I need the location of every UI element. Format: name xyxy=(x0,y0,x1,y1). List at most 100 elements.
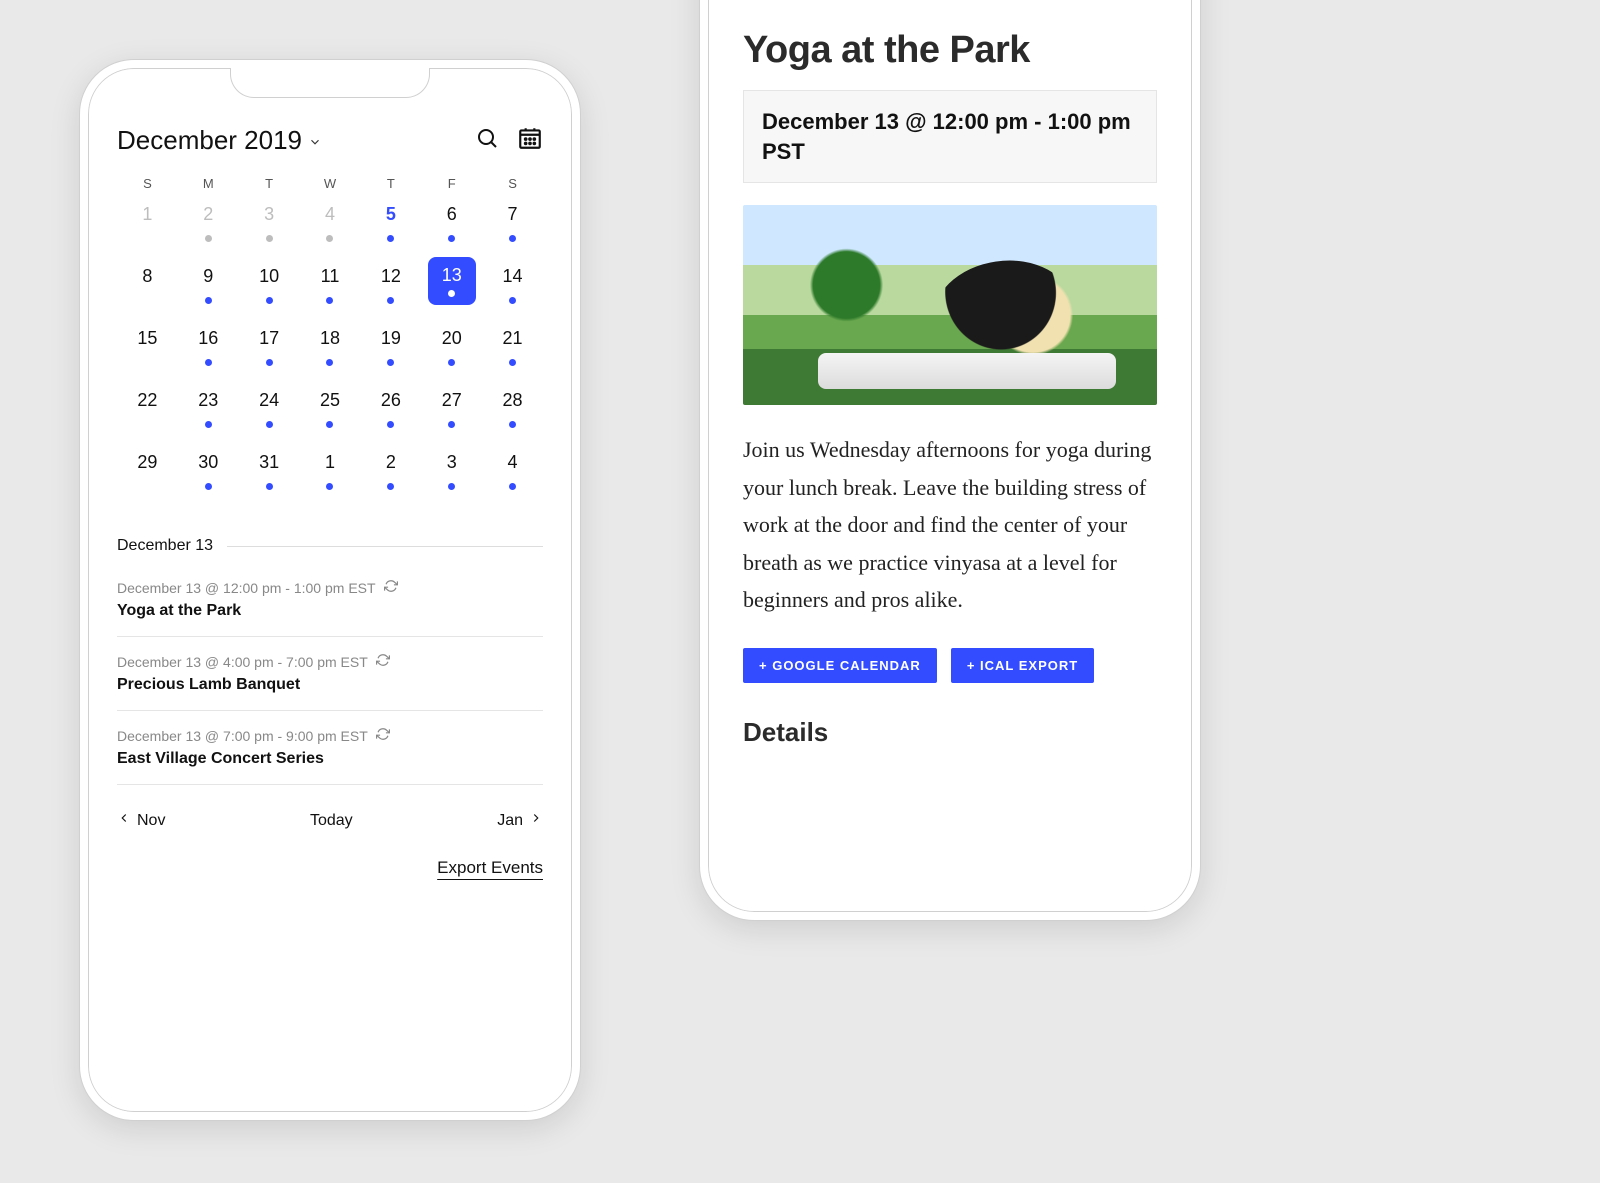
divider xyxy=(227,546,543,547)
calendar-day[interactable]: 18 xyxy=(300,319,361,375)
day-number: 31 xyxy=(250,443,288,481)
calendar-day[interactable]: 24 xyxy=(239,381,300,437)
event-description: Join us Wednesday afternoons for yoga du… xyxy=(743,431,1157,618)
day-number: 4 xyxy=(311,195,349,233)
calendar-day[interactable]: 25 xyxy=(300,381,361,437)
calendar-day[interactable]: 3 xyxy=(421,443,482,499)
event-item[interactable]: December 13 @ 12:00 pm - 1:00 pm ESTYoga… xyxy=(117,563,543,637)
calendar-day[interactable]: 13 xyxy=(421,257,482,313)
calendar-day[interactable]: 21 xyxy=(482,319,543,375)
recurring-icon xyxy=(376,653,390,670)
calendar-day[interactable]: 11 xyxy=(300,257,361,313)
calendar-day[interactable]: 1 xyxy=(117,195,178,251)
chevron-right-icon xyxy=(529,811,543,830)
day-number: 14 xyxy=(494,257,532,295)
day-number: 26 xyxy=(372,381,410,419)
calendar-day[interactable]: 17 xyxy=(239,319,300,375)
event-dot xyxy=(266,483,273,490)
recurring-icon xyxy=(384,579,398,596)
event-dot xyxy=(509,483,516,490)
next-month-label: Jan xyxy=(497,812,523,830)
event-dot xyxy=(266,235,273,242)
event-dot xyxy=(387,359,394,366)
event-dot xyxy=(387,483,394,490)
day-number: 30 xyxy=(189,443,227,481)
google-calendar-button[interactable]: + GOOGLE CALENDAR xyxy=(743,648,937,683)
today-label: Today xyxy=(310,812,353,829)
calendar-day[interactable]: 23 xyxy=(178,381,239,437)
calendar-day[interactable]: 26 xyxy=(360,381,421,437)
calendar-day[interactable]: 20 xyxy=(421,319,482,375)
ical-export-button[interactable]: + ICAL EXPORT xyxy=(951,648,1094,683)
month-picker[interactable]: December 2019 xyxy=(117,125,322,156)
day-number: 7 xyxy=(494,195,532,233)
calendar-day[interactable]: 30 xyxy=(178,443,239,499)
details-heading: Details xyxy=(743,717,1157,748)
calendar-header: December 2019 xyxy=(117,125,543,156)
day-number: 5 xyxy=(372,195,410,233)
event-dot xyxy=(266,421,273,428)
dow-cell: S xyxy=(117,176,178,191)
event-dot xyxy=(266,359,273,366)
calendar-day[interactable]: 29 xyxy=(117,443,178,499)
day-of-week-header: SMTWTFS xyxy=(117,176,543,191)
event-item-title: East Village Concert Series xyxy=(117,750,543,768)
calendar-day[interactable]: 10 xyxy=(239,257,300,313)
dow-cell: M xyxy=(178,176,239,191)
calendar-grid: 1234567891011121314151617181920212223242… xyxy=(117,195,543,499)
calendar-day[interactable]: 2 xyxy=(360,443,421,499)
dow-cell: F xyxy=(421,176,482,191)
event-item[interactable]: December 13 @ 7:00 pm - 9:00 pm ESTEast … xyxy=(117,711,543,785)
day-number: 1 xyxy=(311,443,349,481)
calendar-day[interactable]: 28 xyxy=(482,381,543,437)
next-month-button[interactable]: Jan xyxy=(497,811,543,830)
event-dot xyxy=(448,290,455,297)
search-icon[interactable] xyxy=(475,126,499,155)
day-number: 21 xyxy=(494,319,532,357)
calendar-day[interactable]: 1 xyxy=(300,443,361,499)
day-number: 1 xyxy=(128,195,166,233)
event-item-title: Precious Lamb Banquet xyxy=(117,676,543,694)
calendar-day[interactable]: 5 xyxy=(360,195,421,251)
chevron-left-icon xyxy=(117,811,131,830)
dow-cell: S xyxy=(482,176,543,191)
calendar-day[interactable]: 6 xyxy=(421,195,482,251)
day-number: 3 xyxy=(433,443,471,481)
prev-month-button[interactable]: Nov xyxy=(117,811,165,830)
day-number: 19 xyxy=(372,319,410,357)
calendar-day[interactable]: 16 xyxy=(178,319,239,375)
event-hero-image xyxy=(743,205,1157,405)
day-number: 2 xyxy=(372,443,410,481)
chevron-down-icon xyxy=(308,125,322,156)
month-label: December 2019 xyxy=(117,125,302,156)
calendar-day[interactable]: 8 xyxy=(117,257,178,313)
export-events-link[interactable]: Export Events xyxy=(437,858,543,877)
day-number: 29 xyxy=(128,443,166,481)
day-number: 15 xyxy=(128,319,166,357)
calendar-day[interactable]: 7 xyxy=(482,195,543,251)
today-button[interactable]: Today xyxy=(310,812,353,830)
calendar-day[interactable]: 4 xyxy=(300,195,361,251)
prev-month-label: Nov xyxy=(137,812,165,830)
day-number: 2 xyxy=(189,195,227,233)
day-number: 12 xyxy=(372,257,410,295)
calendar-day[interactable]: 14 xyxy=(482,257,543,313)
calendar-day[interactable]: 3 xyxy=(239,195,300,251)
recurring-icon xyxy=(376,727,390,744)
calendar-day[interactable]: 31 xyxy=(239,443,300,499)
calendar-day[interactable]: 9 xyxy=(178,257,239,313)
calendar-day[interactable]: 4 xyxy=(482,443,543,499)
dow-cell: T xyxy=(239,176,300,191)
event-item[interactable]: December 13 @ 4:00 pm - 7:00 pm ESTPreci… xyxy=(117,637,543,711)
calendar-day[interactable]: 22 xyxy=(117,381,178,437)
day-number: 23 xyxy=(189,381,227,419)
calendar-day[interactable]: 27 xyxy=(421,381,482,437)
calendar-day[interactable]: 12 xyxy=(360,257,421,313)
calendar-view-icon[interactable] xyxy=(517,125,543,156)
event-dot xyxy=(326,235,333,242)
event-dot xyxy=(509,235,516,242)
event-dot xyxy=(205,421,212,428)
calendar-day[interactable]: 15 xyxy=(117,319,178,375)
calendar-day[interactable]: 19 xyxy=(360,319,421,375)
calendar-day[interactable]: 2 xyxy=(178,195,239,251)
